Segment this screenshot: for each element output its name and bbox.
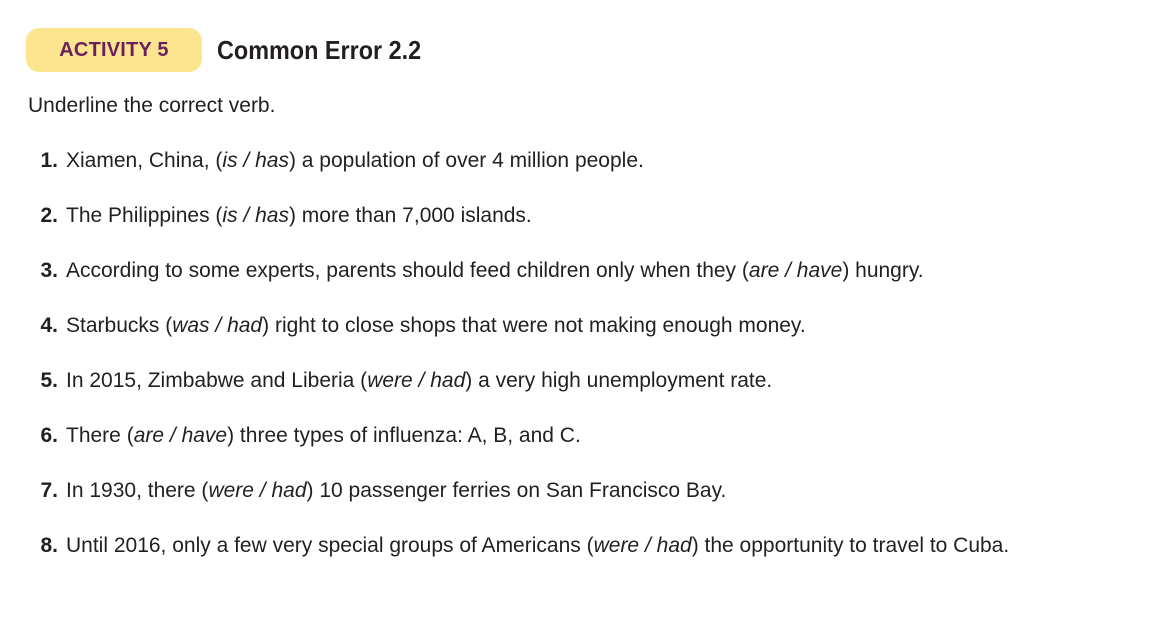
item-number: 6.: [40, 424, 58, 447]
exercise-list: 1. Xiamen, China, (is / has) a populatio…: [0, 148, 1009, 588]
exercise-item: 5. In 2015, Zimbabwe and Liberia (were /…: [0, 368, 1009, 423]
option-separator: /: [253, 479, 272, 502]
item-sentence: In 1930, there (were / had) 10 passenger…: [66, 478, 726, 504]
option-separator: /: [237, 149, 256, 172]
sentence-after: ) a population of over 4 million people.: [288, 149, 644, 172]
option-separator: /: [639, 534, 657, 557]
sentence-after: ) three types of influenza: A, B, and C.: [227, 424, 581, 447]
exercise-item: 8. Until 2016, only a few very special g…: [0, 533, 1009, 588]
verb-option-1[interactable]: was: [172, 314, 209, 337]
item-sentence: There (are / have) three types of influe…: [66, 423, 581, 449]
option-separator: /: [779, 259, 797, 282]
item-number: 5.: [40, 369, 58, 392]
verb-option-2[interactable]: had: [657, 534, 692, 557]
verb-option-2[interactable]: had: [227, 314, 262, 337]
item-sentence: In 2015, Zimbabwe and Liberia (were / ha…: [66, 368, 772, 394]
sentence-before: The Philippines (: [66, 204, 223, 227]
item-number: 8.: [40, 534, 58, 557]
sentence-after: ) the opportunity to travel to Cuba.: [691, 534, 1010, 557]
item-sentence: Xiamen, China, (is / has) a population o…: [66, 148, 644, 174]
verb-option-2[interactable]: had: [430, 369, 465, 392]
exercise-item: 3. According to some experts, parents sh…: [0, 258, 1009, 313]
exercise-item: 2. The Philippines (is / has) more than …: [0, 203, 1009, 258]
item-number: 3.: [40, 259, 58, 282]
sentence-after: ) right to close shops that were not mak…: [262, 314, 806, 337]
verb-option-1[interactable]: are: [749, 259, 779, 282]
exercise-item: 1. Xiamen, China, (is / has) a populatio…: [0, 148, 1009, 203]
verb-option-1[interactable]: were: [594, 534, 640, 557]
item-sentence: The Philippines (is / has) more than 7,0…: [66, 203, 532, 229]
exercise-item: 7. In 1930, there (were / had) 10 passen…: [0, 478, 1009, 533]
option-separator: /: [412, 369, 431, 392]
item-number: 4.: [40, 314, 58, 337]
verb-option-1[interactable]: were: [367, 369, 413, 392]
sentence-before: Starbucks (: [66, 314, 173, 337]
verb-option-2[interactable]: have: [182, 424, 228, 447]
item-number: 7.: [40, 479, 58, 502]
activity-header: ACTIVITY 5 Common Error 2.2: [26, 28, 444, 72]
item-sentence: Starbucks (was / had) right to close sho…: [66, 313, 806, 339]
verb-option-1[interactable]: is: [222, 204, 237, 227]
verb-option-2[interactable]: had: [271, 479, 306, 502]
item-sentence: According to some experts, parents shoul…: [66, 258, 924, 284]
verb-option-2[interactable]: have: [797, 259, 843, 282]
option-separator: /: [237, 204, 256, 227]
item-number: 2.: [40, 204, 58, 227]
verb-option-2[interactable]: has: [255, 149, 289, 172]
verb-option-1[interactable]: is: [222, 149, 237, 172]
sentence-before: Until 2016, only a few very special grou…: [66, 534, 594, 557]
sentence-before: Xiamen, China, (: [66, 149, 223, 172]
sentence-after: ) a very high unemployment rate.: [465, 369, 773, 392]
sentence-before: In 1930, there (: [66, 479, 209, 502]
verb-option-2[interactable]: has: [255, 204, 289, 227]
sentence-before: There (: [66, 424, 134, 447]
exercise-item: 6. There (are / have) three types of inf…: [0, 423, 1009, 478]
verb-option-1[interactable]: were: [208, 479, 254, 502]
option-separator: /: [209, 314, 228, 337]
item-number: 1.: [40, 149, 58, 172]
exercise-item: 4. Starbucks (was / had) right to close …: [0, 313, 1009, 368]
activity-title: Common Error 2.2: [217, 34, 422, 65]
activity-badge: ACTIVITY 5: [26, 28, 202, 72]
item-sentence: Until 2016, only a few very special grou…: [66, 533, 1009, 559]
verb-option-1[interactable]: are: [134, 424, 164, 447]
instruction-text: Underline the correct verb.: [28, 94, 276, 117]
sentence-after: ) 10 passenger ferries on San Francisco …: [306, 479, 727, 502]
option-separator: /: [164, 424, 182, 447]
sentence-after: ) hungry.: [842, 259, 924, 282]
sentence-before: According to some experts, parents shoul…: [66, 259, 749, 282]
sentence-after: ) more than 7,000 islands.: [288, 204, 532, 227]
sentence-before: In 2015, Zimbabwe and Liberia (: [66, 369, 368, 392]
